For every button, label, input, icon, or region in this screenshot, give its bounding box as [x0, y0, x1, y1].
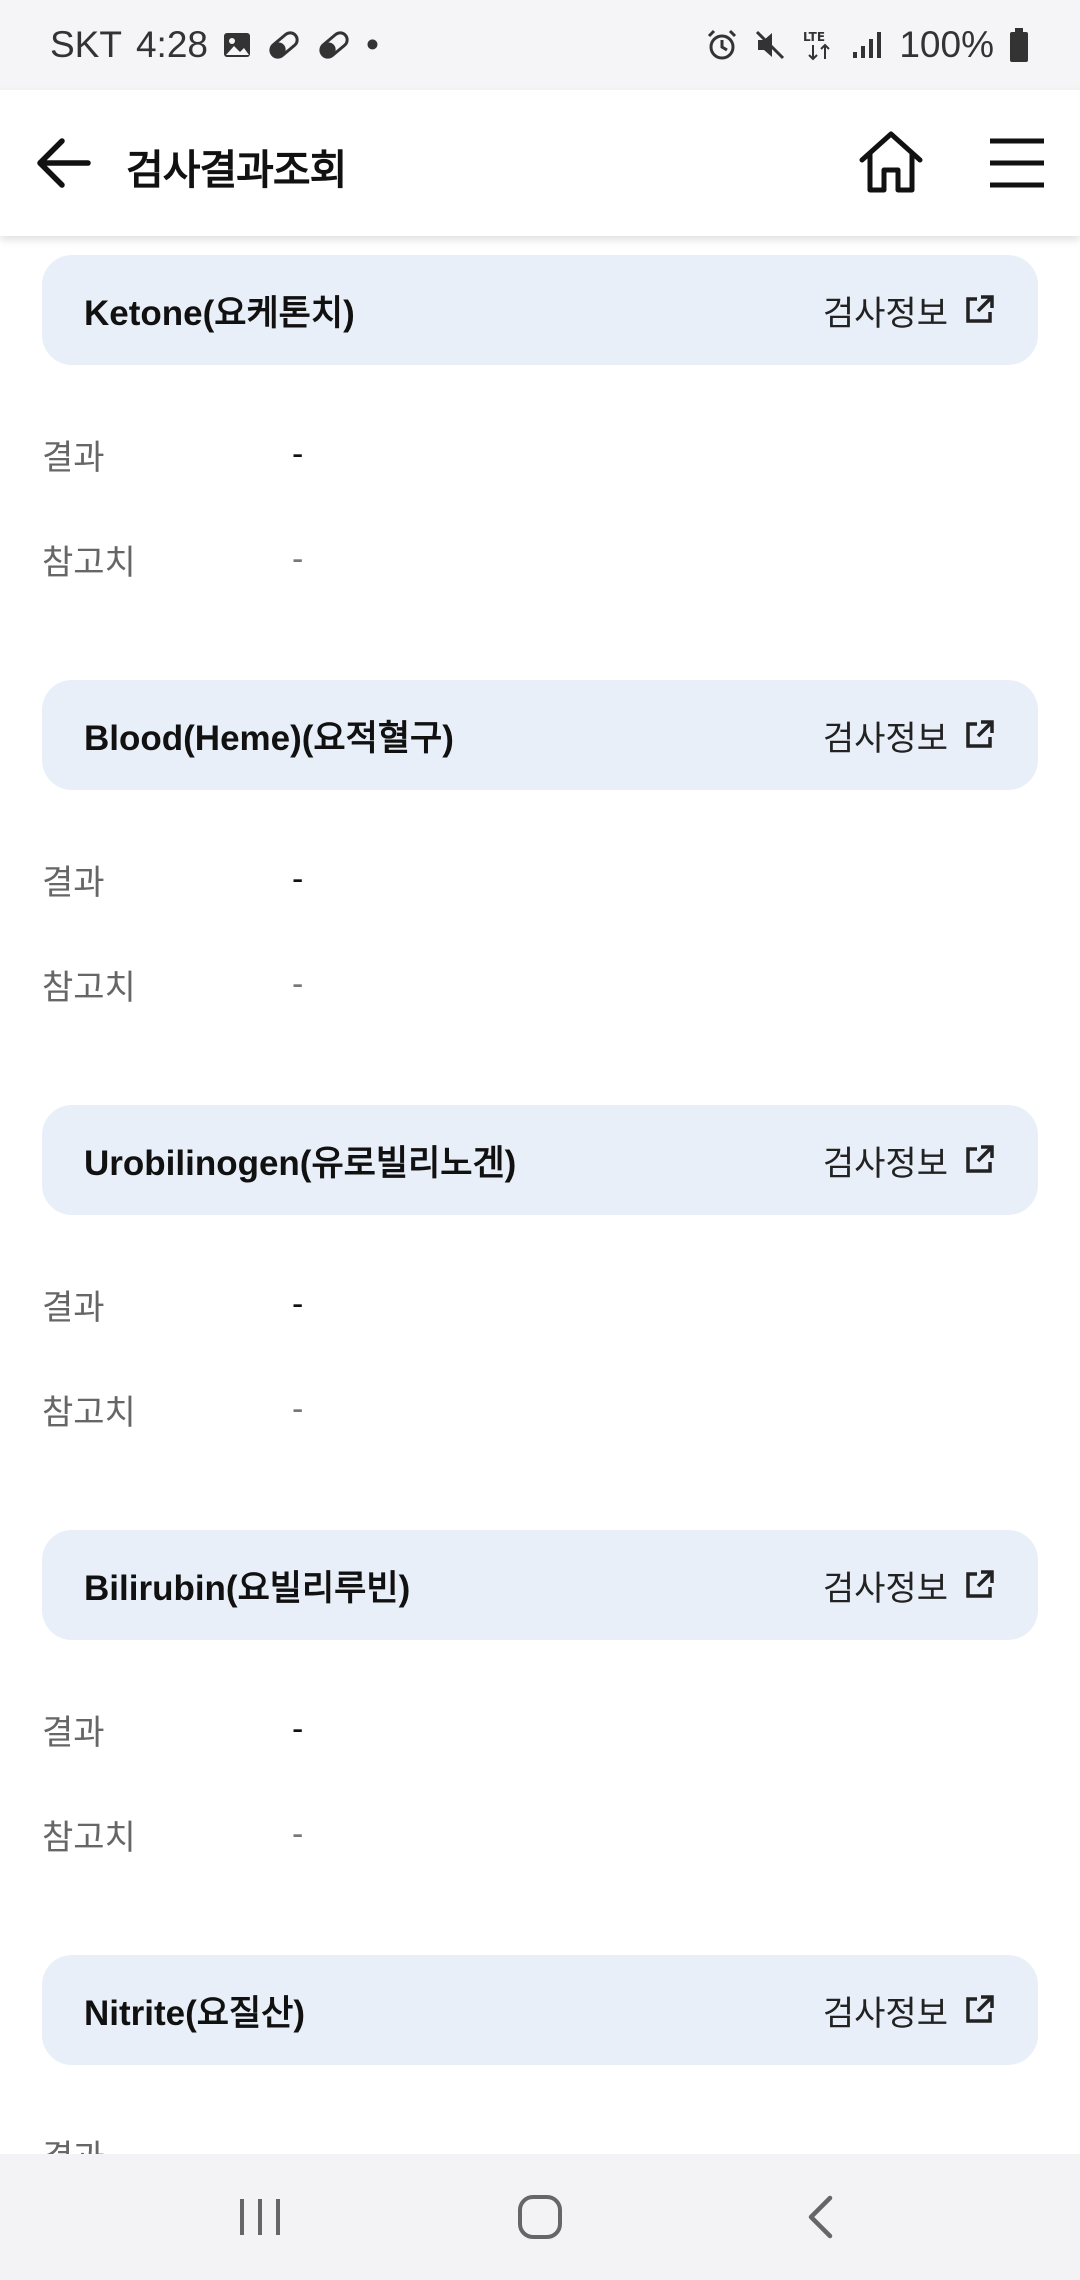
result-row: 결과 -	[42, 430, 1038, 479]
result-value: -	[292, 1285, 304, 1323]
carrier-label: SKT	[50, 24, 122, 65]
home-circle-icon	[518, 2195, 562, 2239]
lte-icon: LTE	[801, 28, 837, 62]
home-nav-button[interactable]	[480, 2172, 600, 2262]
reference-row: 참고치 -	[42, 535, 1038, 584]
reference-value: -	[292, 1815, 304, 1853]
test-info-label: 검사정보	[822, 1569, 948, 1608]
result-label: 결과	[42, 1289, 105, 1327]
test-info-label: 검사정보	[822, 1144, 948, 1183]
test-name: Nitrite(요질산)	[84, 1993, 306, 2033]
test-name: Ketone(요케톤치)	[84, 293, 355, 333]
test-section: Nitrite(요질산) 검사정보 결과	[0, 1955, 1080, 2154]
back-button[interactable]	[34, 130, 94, 196]
hamburger-menu-icon	[990, 138, 1044, 188]
chevron-left-icon	[808, 2195, 833, 2239]
test-info-label: 검사정보	[822, 719, 948, 758]
test-info-link[interactable]: 검사정보	[823, 711, 996, 760]
test-info-link[interactable]: 검사정보	[823, 1561, 996, 1610]
external-link-icon	[966, 1570, 994, 1598]
svg-text:LTE: LTE	[803, 30, 825, 44]
test-name: Urobilinogen(유로빌리노겐)	[84, 1143, 517, 1183]
pill-icon	[266, 30, 302, 60]
result-label: 결과	[42, 2130, 292, 2154]
test-name: Bilirubin(요빌리루빈)	[84, 1568, 411, 1608]
external-link-icon	[966, 295, 994, 323]
test-section: Urobilinogen(유로빌리노겐) 검사정보 결과 - 참고치 -	[0, 1105, 1080, 1530]
test-header: Urobilinogen(유로빌리노겐) 검사정보	[42, 1105, 1038, 1215]
reference-label: 참고치	[42, 1819, 136, 1857]
test-info-link[interactable]: 검사정보	[823, 1986, 996, 2035]
mute-icon	[753, 28, 787, 62]
home-button[interactable]	[854, 126, 928, 198]
external-link-icon	[966, 720, 994, 748]
alarm-icon	[705, 28, 739, 62]
system-nav-bar	[0, 2154, 1080, 2280]
test-info-label: 검사정보	[822, 294, 948, 333]
reference-row: 참고치 -	[42, 960, 1038, 1009]
notification-dot: •	[365, 24, 379, 65]
reference-value: -	[292, 1390, 304, 1428]
test-info-label: 검사정보	[822, 1994, 948, 2033]
arrow-left-icon	[37, 138, 91, 188]
result-row: 결과 -	[42, 855, 1038, 904]
home-icon	[859, 131, 923, 193]
signal-icon	[851, 30, 885, 60]
recent-apps-button[interactable]	[200, 2172, 320, 2262]
test-section: Blood(Heme)(요적혈구) 검사정보 결과 - 참고치 -	[0, 680, 1080, 1105]
reference-row: 참고치 -	[42, 1385, 1038, 1434]
test-info-link[interactable]: 검사정보	[823, 286, 996, 335]
external-link-icon	[966, 1995, 994, 2023]
battery-percent: 100%	[899, 24, 994, 65]
test-header: Bilirubin(요빌리루빈) 검사정보	[42, 1530, 1038, 1640]
result-label: 결과	[42, 439, 105, 477]
external-link-icon	[966, 1145, 994, 1173]
result-label: 결과	[42, 1714, 105, 1752]
page-title: 검사결과조회	[126, 147, 347, 193]
test-section: Ketone(요케톤치) 검사정보 결과 - 참고치 -	[0, 255, 1080, 680]
battery-icon	[1008, 27, 1030, 63]
reference-value: -	[292, 540, 304, 578]
reference-label: 참고치	[42, 1394, 136, 1432]
back-nav-button[interactable]	[760, 2172, 880, 2262]
menu-button[interactable]	[985, 132, 1049, 194]
test-results-list[interactable]: Ketone(요케톤치) 검사정보 결과 - 참고치 - Blood(Heme)…	[0, 236, 1080, 2154]
reference-value: -	[292, 965, 304, 1003]
reference-row: 참고치 -	[42, 1810, 1038, 1859]
reference-label: 참고치	[42, 544, 136, 582]
gallery-icon	[222, 30, 252, 60]
recent-apps-icon	[240, 2199, 280, 2235]
result-row: 결과	[42, 2130, 1038, 2154]
reference-label: 참고치	[42, 969, 136, 1007]
result-value: -	[292, 860, 304, 898]
test-header: Blood(Heme)(요적혈구) 검사정보	[42, 680, 1038, 790]
result-value: -	[292, 435, 304, 473]
test-header: Nitrite(요질산) 검사정보	[42, 1955, 1038, 2065]
result-value: -	[292, 1710, 304, 1748]
result-row: 결과 -	[42, 1280, 1038, 1329]
test-info-link[interactable]: 검사정보	[823, 1136, 996, 1185]
test-header: Ketone(요케톤치) 검사정보	[42, 255, 1038, 365]
status-bar: SKT 4:28 • LTE 100%	[0, 0, 1080, 90]
test-section: Bilirubin(요빌리루빈) 검사정보 결과 - 참고치 -	[0, 1530, 1080, 1955]
status-right: LTE 100%	[705, 24, 1030, 66]
pill-icon	[316, 30, 352, 60]
result-row: 결과 -	[42, 1705, 1038, 1754]
test-name: Blood(Heme)(요적혈구)	[84, 718, 454, 758]
clock: 4:28	[135, 24, 208, 65]
app-header: 검사결과조회	[0, 90, 1080, 236]
status-left: SKT 4:28 •	[50, 24, 379, 66]
result-label: 결과	[42, 864, 105, 902]
